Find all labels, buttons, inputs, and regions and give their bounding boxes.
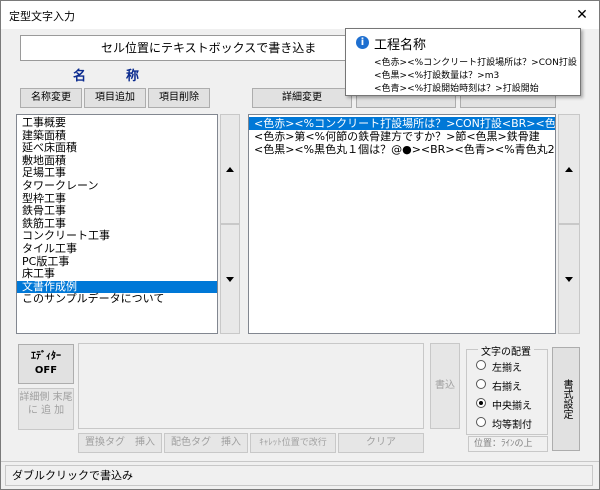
status-text: ダブルクリックで書込み [5,465,593,486]
write-button[interactable]: 書込 [430,343,460,429]
alignment-option-label[interactable]: 右揃え [492,378,522,393]
info-icon: i [356,36,369,49]
delete-item-button[interactable]: 項目削除 [148,88,210,108]
tooltip-line: <色黒><%打設数量は？>m3 [374,71,500,81]
alignment-radio[interactable] [476,417,486,427]
name-scroll-up-button[interactable] [220,114,240,224]
name-list-item[interactable]: タイル工事 [17,242,217,256]
detail-list-item[interactable]: <色赤>第<%何節の鉄骨建方ですか？>節<色黒>鉄骨建 [249,130,555,143]
format-settings-label: 書式設定 [561,379,572,419]
insert-replace-tag-button[interactable]: 置換タグ 挿入 [78,433,162,453]
alignment-option-label[interactable]: 左揃え [492,359,522,374]
detail-list[interactable]: <色赤><%コンクリート打設場所は？>CON打設<BR><色黒 <色赤>第<%何節… [248,114,556,334]
tooltip-line: <色青><%打設開始時刻は？>打設開始 [374,84,539,94]
alignment-radio[interactable] [476,360,486,370]
clear-button[interactable]: クリア [338,433,424,453]
alignment-option-label[interactable]: 中央揃え [492,397,532,412]
status-bar: ダブルクリックで書込み [1,461,599,489]
name-label: 名称 [73,69,180,84]
name-list-item[interactable]: 工事概要 [17,116,217,130]
position-field: 位置：ﾗｲﾝの上 [468,436,548,452]
arrow-down-icon [226,277,234,282]
arrow-down-icon [565,277,573,282]
detail-scroll-down-button[interactable] [558,224,580,334]
title-bar: 定型文字入力 ✕ [1,1,599,29]
alignment-option-label[interactable]: 均等割付 [492,416,532,431]
detail-change-button[interactable]: 詳細変更 [252,88,352,108]
name-list-item[interactable]: 鉄骨工事 [17,205,217,218]
alignment-radio[interactable] [476,398,486,408]
tooltip-title: 工程名称 [374,38,427,53]
window-title: 定型文字入力 [9,10,75,23]
newline-at-caret-button[interactable]: ｷｬﾚｯﾄ位置で改行 [250,433,336,453]
add-item-button[interactable]: 項目追加 [84,88,146,108]
arrow-up-icon [565,167,573,172]
name-scroll-down-button[interactable] [220,224,240,334]
name-list-item[interactable]: 延べ床面積 [17,142,217,155]
format-settings-button[interactable]: 書式設定 [552,347,580,451]
detail-list-item[interactable]: <色赤><%コンクリート打設場所は？>CON打設<BR><色黒 [249,117,555,130]
editor-area[interactable] [78,343,424,429]
banner: セル位置にテキストボックスで書き込ま [20,35,358,61]
tooltip: i 工程名称 <色赤><%コンクリート打設場所は？>CON打設 <色黒><%打設数… [345,28,581,96]
rename-button[interactable]: 名称変更 [20,88,82,108]
name-list-item[interactable]: 床工事 [17,268,217,281]
name-list-item[interactable]: タワークレーン [17,179,217,193]
append-detail-button[interactable]: 詳細側 末尾に 追 加 [18,388,74,430]
alignment-label: 文字の配置 [478,343,534,358]
name-list[interactable]: 工事概要 建築面積 延べ床面積 敷地面積 足場工事 タワークレーン 型枠工事 鉄骨工事 鉄筋工事… [16,114,218,334]
insert-color-tag-button[interactable]: 配色タグ 挿入 [164,433,248,453]
detail-list-item[interactable]: <色黒><%黒色丸１個は？@●><BR><色青><%青色丸2 [249,143,555,156]
arrow-up-icon [226,167,234,172]
close-icon[interactable]: ✕ [571,5,593,25]
name-list-item[interactable]: このサンプルデータについて [17,293,217,306]
alignment-radio[interactable] [476,379,486,389]
detail-scroll-up-button[interactable] [558,114,580,224]
editor-off-button[interactable]: ｴﾃﾞｨﾀｰ OFF [18,344,74,384]
tooltip-line: <色赤><%コンクリート打設場所は？>CON打設 [374,58,577,68]
